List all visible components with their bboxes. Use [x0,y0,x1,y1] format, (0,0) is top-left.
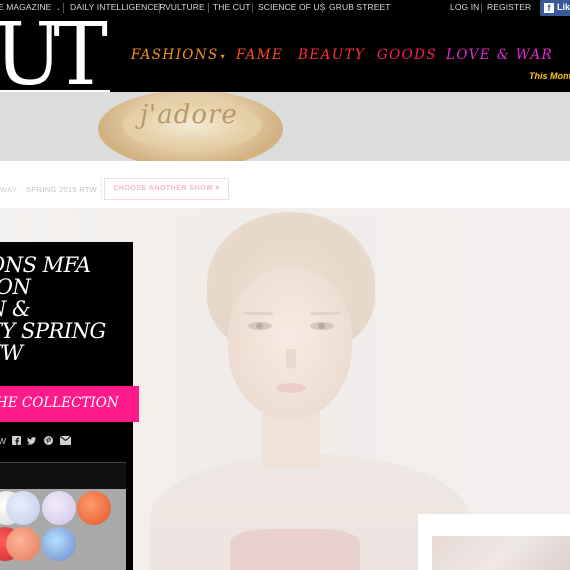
swatch-thumbnail[interactable] [6,491,40,525]
site-logo[interactable]: UT [0,12,108,98]
topbar-item-the-cut[interactable]: THE CUT [213,2,251,12]
topbar-divider [159,3,160,13]
swatch-header [0,463,126,489]
login-link[interactable]: LOG IN [450,2,479,12]
model-brow-right [310,312,340,315]
collection-title-line: N & [0,297,31,321]
model-garment [230,529,360,570]
choose-another-show-button[interactable]: CHOOSE ANOTHER SHOW ▾ [104,178,229,200]
ad-banner[interactable]: j'adore [0,92,570,161]
model-nose [286,349,296,369]
twitter-icon[interactable] [27,436,36,445]
share-label: W [0,436,7,446]
collection-title-line: ONS MFA [0,253,91,277]
nav-item-beauty[interactable]: BEAUTY [298,47,365,63]
nav-item-label: FASHIONS [131,47,219,63]
breadcrumb-segment-runway[interactable]: WAY [0,185,17,194]
related-card-thumbnail[interactable] [432,536,570,570]
swatch-thumbnail[interactable] [6,527,40,561]
register-link[interactable]: REGISTER [487,2,531,12]
view-collection-label: HE COLLECTION [0,395,119,411]
choose-another-show-label: CHOOSE ANOTHER SHOW [113,185,214,192]
model-brow-left [243,312,273,315]
site-header: UT FASHIONS ▾ FAME BEAUTY GOODS LOVE & WA… [0,12,570,98]
model-face [228,269,352,419]
topbar-divider [322,3,323,13]
collection-swatches [0,462,126,570]
pinterest-icon[interactable] [44,436,53,445]
topbar-divider [252,3,253,13]
chevron-down-icon: ▾ [215,185,220,192]
related-card[interactable] [418,514,570,570]
page: E MAGAZINE ⌄ DAILY INTELLIGENCER VULTURE… [0,0,570,570]
nav-item-goods[interactable]: GOODS [377,47,437,63]
view-collection-button[interactable]: HE COLLECTION [0,386,139,422]
topbar-item-vulture[interactable]: VULTURE [165,2,205,12]
like-label: Like [557,2,570,12]
chevron-down-icon: ▾ [220,52,227,61]
collection-title-line: ION [0,275,31,299]
email-icon[interactable] [60,436,71,445]
banner-brand-text: j'adore [140,100,238,130]
swatch-thumbnail[interactable] [42,491,76,525]
swatch-thumbnail[interactable] [77,491,111,525]
topbar-item-science-of-us[interactable]: SCIENCE OF US [258,2,325,12]
collection-title-line: TY SPRING [0,319,106,343]
topbar-divider [481,3,482,13]
swatch-thumbnail[interactable] [42,527,76,561]
breadcrumb-divider [101,178,102,200]
breadcrumb: WAY SPRING 2015 RTW CHOOSE ANOTHER SHOW … [0,161,570,209]
topbar-item-grub-street[interactable]: GRUB STREET [329,2,391,12]
promo-link[interactable]: This Month [529,71,570,81]
model-eye-left [248,322,272,330]
breadcrumb-segment-season[interactable]: SPRING 2015 RTW [26,185,97,194]
facebook-icon: f [544,3,554,13]
nav-item-fame[interactable]: FAME [236,47,283,63]
topbar-divider [208,3,209,13]
model-eye-right [310,322,334,330]
facebook-icon[interactable] [12,436,21,445]
nav-item-fashions[interactable]: FASHIONS ▾ [131,47,226,63]
nav-item-love-and-war[interactable]: LOVE & WAR [446,47,553,63]
model-lips [276,383,306,393]
facebook-like-button[interactable]: f Like [540,0,570,16]
collection-title-line: TW [0,341,23,365]
